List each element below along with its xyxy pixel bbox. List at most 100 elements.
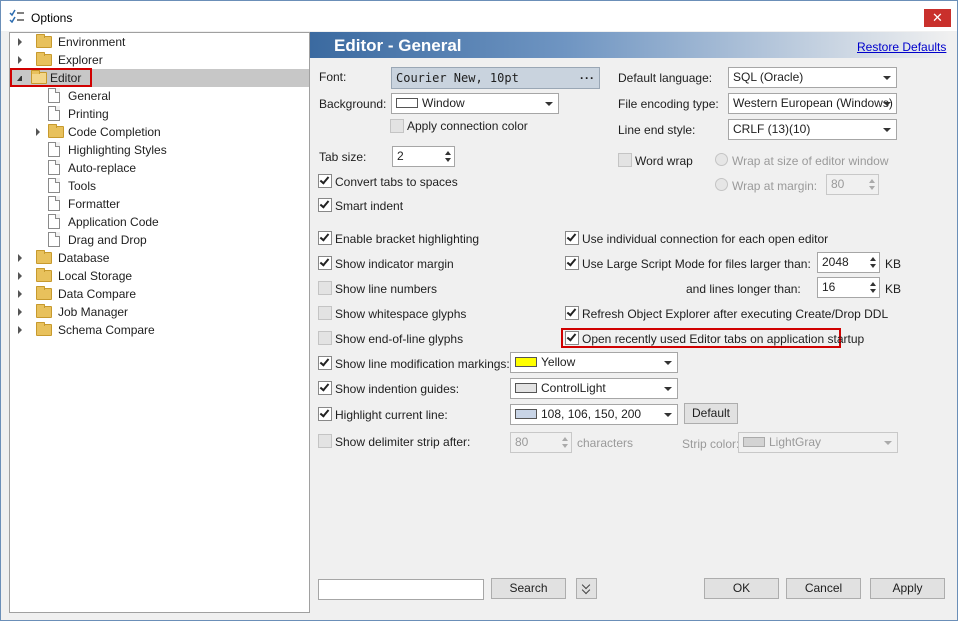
highlight-line-color-select[interactable]: 108, 106, 150, 200 bbox=[510, 404, 678, 425]
highlight-line-label: Highlight current line: bbox=[335, 408, 448, 422]
large-script-checkbox[interactable] bbox=[565, 256, 579, 270]
expand-arrow-icon[interactable] bbox=[18, 56, 22, 64]
page-icon bbox=[48, 214, 60, 229]
tree-item-general[interactable]: General bbox=[46, 87, 296, 105]
tree-item-drag-and-drop[interactable]: Drag and Drop bbox=[46, 231, 296, 249]
tree-item-job-manager[interactable]: Job Manager bbox=[18, 303, 298, 321]
delimiter-strip-checkbox[interactable] bbox=[318, 434, 332, 448]
line-numbers-checkbox[interactable] bbox=[318, 281, 332, 295]
color-swatch bbox=[515, 383, 537, 393]
tree-item-environment[interactable]: Environment bbox=[18, 33, 298, 51]
strip-color-value: LightGray bbox=[769, 435, 822, 449]
wrap-margin-label: Wrap at margin: bbox=[732, 179, 818, 193]
tree-item-formatter[interactable]: Formatter bbox=[46, 195, 296, 213]
bracket-highlighting-checkbox[interactable] bbox=[318, 231, 332, 245]
expand-arrow-icon[interactable] bbox=[18, 290, 22, 298]
line-mod-color-select[interactable]: Yellow bbox=[510, 352, 678, 373]
indention-guides-checkbox[interactable] bbox=[318, 381, 332, 395]
expand-search-button[interactable] bbox=[576, 578, 597, 599]
spin-down-icon[interactable] bbox=[562, 444, 568, 448]
tree-item-tools[interactable]: Tools bbox=[46, 177, 296, 195]
line-end-select[interactable]: CRLF (13)(10) bbox=[728, 119, 897, 140]
search-button[interactable]: Search bbox=[491, 578, 566, 599]
apply-connection-color-checkbox[interactable] bbox=[390, 119, 404, 133]
line-mod-markings-checkbox[interactable] bbox=[318, 356, 332, 370]
ok-button[interactable]: OK bbox=[704, 578, 779, 599]
spin-up-icon[interactable] bbox=[562, 437, 568, 441]
tree-item-application-code[interactable]: Application Code bbox=[46, 213, 296, 231]
tree-item-explorer[interactable]: Explorer bbox=[18, 51, 298, 69]
close-button[interactable]: ✕ bbox=[924, 9, 951, 27]
indention-color-select[interactable]: ControlLight bbox=[510, 378, 678, 399]
ellipsis-button[interactable]: ··· bbox=[580, 68, 595, 88]
spin-up-icon[interactable] bbox=[869, 179, 875, 183]
expand-arrow-icon[interactable] bbox=[18, 308, 22, 316]
individual-connection-checkbox[interactable] bbox=[565, 231, 579, 245]
wrap-margin-spinner[interactable]: 80 bbox=[826, 174, 879, 195]
search-input[interactable] bbox=[318, 579, 484, 600]
tree-item-label: General bbox=[68, 89, 111, 103]
folder-icon bbox=[36, 304, 52, 318]
indicator-margin-checkbox[interactable] bbox=[318, 256, 332, 270]
spin-down-icon[interactable] bbox=[869, 186, 875, 190]
expand-arrow-icon[interactable] bbox=[36, 128, 40, 136]
tree-item-data-compare[interactable]: Data Compare bbox=[18, 285, 298, 303]
open-recent-tabs-checkbox[interactable] bbox=[565, 331, 579, 345]
cancel-button[interactable]: Cancel bbox=[786, 578, 861, 599]
tab-size-spinner[interactable]: 2 bbox=[392, 146, 455, 167]
delimiter-strip-spinner[interactable]: 80 bbox=[510, 432, 572, 453]
tree-item-label: Highlighting Styles bbox=[68, 143, 167, 157]
dropdown-arrow-icon bbox=[883, 128, 891, 132]
eol-glyphs-checkbox[interactable] bbox=[318, 331, 332, 345]
tree-item-label: Drag and Drop bbox=[68, 233, 147, 247]
background-select[interactable]: Window bbox=[391, 93, 559, 114]
spin-up-icon[interactable] bbox=[445, 151, 451, 155]
window-title: Options bbox=[31, 11, 73, 25]
tree-item-auto-replace[interactable]: Auto-replace bbox=[46, 159, 296, 177]
tree-item-local-storage[interactable]: Local Storage bbox=[18, 267, 298, 285]
refresh-explorer-checkbox[interactable] bbox=[565, 306, 579, 320]
spin-down-icon[interactable] bbox=[445, 158, 451, 162]
wrap-margin-radio[interactable] bbox=[715, 178, 728, 191]
apply-button[interactable]: Apply bbox=[870, 578, 945, 599]
tab-size-label: Tab size: bbox=[319, 150, 367, 164]
tree-item-database[interactable]: Database bbox=[18, 249, 298, 267]
tree-item-schema-compare[interactable]: Schema Compare bbox=[18, 321, 298, 339]
default-language-value: SQL (Oracle) bbox=[733, 70, 804, 84]
smart-indent-checkbox[interactable] bbox=[318, 198, 332, 212]
spin-down-icon[interactable] bbox=[870, 264, 876, 268]
tree-item-printing[interactable]: Printing bbox=[46, 105, 296, 123]
tree-item-label: Printing bbox=[68, 107, 109, 121]
dropdown-arrow-icon bbox=[883, 102, 891, 106]
lines-longer-spinner[interactable]: 16 bbox=[817, 277, 880, 298]
font-picker[interactable]: Courier New, 10pt ··· bbox=[391, 67, 600, 89]
spin-up-icon[interactable] bbox=[870, 282, 876, 286]
checkmark-icon bbox=[566, 306, 577, 317]
expand-arrow-icon[interactable] bbox=[18, 38, 22, 46]
default-language-select[interactable]: SQL (Oracle) bbox=[728, 67, 897, 88]
spin-up-icon[interactable] bbox=[870, 257, 876, 261]
tree-item-highlighting-styles[interactable]: Highlighting Styles bbox=[46, 141, 296, 159]
page-icon bbox=[48, 106, 60, 121]
word-wrap-checkbox[interactable] bbox=[618, 153, 632, 167]
highlight-box-editor bbox=[10, 68, 92, 87]
delimiter-strip-label: Show delimiter strip after: bbox=[335, 435, 471, 449]
expand-arrow-icon[interactable] bbox=[18, 254, 22, 262]
wrap-window-radio[interactable] bbox=[715, 153, 728, 166]
checkmark-icon bbox=[319, 256, 330, 267]
spin-down-icon[interactable] bbox=[870, 289, 876, 293]
page-icon bbox=[48, 178, 60, 193]
large-script-size-spinner[interactable]: 2048 bbox=[817, 252, 880, 273]
checkmark-icon bbox=[319, 407, 330, 418]
convert-tabs-checkbox[interactable] bbox=[318, 174, 332, 188]
whitespace-glyphs-checkbox[interactable] bbox=[318, 306, 332, 320]
expand-arrow-icon[interactable] bbox=[18, 326, 22, 334]
highlight-line-checkbox[interactable] bbox=[318, 407, 332, 421]
color-swatch bbox=[743, 437, 765, 447]
default-color-button[interactable]: Default bbox=[684, 403, 738, 424]
file-encoding-select[interactable]: Western European (Windows) bbox=[728, 93, 897, 114]
tree-item-code-completion[interactable]: Code Completion bbox=[36, 123, 296, 141]
restore-defaults-link[interactable]: Restore Defaults bbox=[857, 40, 946, 54]
expand-arrow-icon[interactable] bbox=[18, 272, 22, 280]
strip-color-select[interactable]: LightGray bbox=[738, 432, 898, 453]
